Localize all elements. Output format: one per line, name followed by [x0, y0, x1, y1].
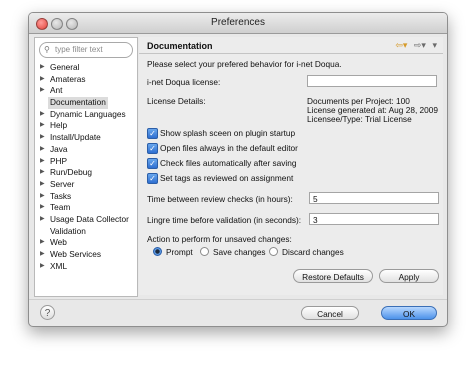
license-label: i-net Doqua license: — [147, 77, 221, 87]
tree-item[interactable]: ▶ Web — [38, 237, 136, 249]
review-interval-input[interactable]: 5 — [309, 192, 439, 204]
tree-item-label: Amateras — [50, 73, 86, 84]
save-changes-radio-label: Save changes — [213, 247, 266, 257]
tree-item[interactable]: ▶ XML — [38, 261, 136, 273]
unsaved-action-label: Action to perform for unsaved changes: — [147, 234, 292, 244]
expand-arrow-icon[interactable]: ▶ — [40, 179, 45, 191]
back-arrow-icon[interactable]: ⇦▾ — [395, 40, 407, 50]
tree-item-label: General — [50, 62, 80, 72]
tree-item-label: Dynamic Languages — [50, 108, 126, 119]
tree-item-label: Java — [50, 143, 68, 154]
preferences-tree: ▶ General ▶ Amateras ▶ Ant Documentation ▶ Dynam… — [38, 62, 136, 272]
expand-arrow-icon[interactable]: ▶ — [40, 62, 45, 74]
expand-arrow-icon[interactable]: ▶ — [40, 132, 45, 144]
default-editor-checkbox-label: Open files always in the default editor — [160, 143, 298, 153]
tags-reviewed-checkbox[interactable]: ✓ — [147, 173, 158, 184]
tree-item-label: Team — [50, 202, 71, 213]
tree-item[interactable]: ▶ Install/Update — [38, 132, 136, 144]
help-icon[interactable]: ? — [40, 305, 55, 320]
splash-checkbox-label: Show splash sceen on plugin startup — [160, 128, 296, 138]
tree-item[interactable]: Documentation — [38, 97, 136, 109]
tree-item-label: Web — [50, 237, 67, 248]
expand-arrow-icon[interactable]: ▶ — [40, 109, 45, 121]
prompt-radio[interactable] — [153, 247, 162, 256]
tree-item-label: Usage Data Collector — [50, 213, 129, 224]
page-navigation: ⇦▾ ⇨▾ ▾ — [391, 40, 437, 51]
tree-item-label: Ant — [50, 85, 63, 96]
tree-item[interactable]: ▶ Run/Debug — [38, 167, 136, 179]
tree-item[interactable]: ▶ Team — [38, 202, 136, 214]
tree-item[interactable]: ▶ Help — [38, 120, 136, 132]
tree-item[interactable]: ▶ PHP — [38, 156, 136, 168]
expand-arrow-icon[interactable]: ▶ — [40, 120, 45, 132]
tree-item-label: Help — [50, 120, 68, 131]
ok-button[interactable]: OK — [381, 306, 437, 320]
tree-item-label: Documentation — [48, 97, 108, 109]
cancel-button[interactable]: Cancel — [301, 306, 359, 320]
tree-item[interactable]: Validation — [38, 226, 136, 238]
default-editor-checkbox[interactable]: ✓ — [147, 143, 158, 154]
apply-button[interactable]: Apply — [379, 269, 439, 283]
restore-defaults-button[interactable]: Restore Defaults — [293, 269, 373, 283]
tree-item[interactable]: ▶ Amateras — [38, 74, 136, 86]
license-input[interactable] — [307, 75, 437, 87]
review-interval-label: Time between review checks (in hours): — [147, 194, 293, 204]
forward-arrow-icon[interactable]: ⇨▾ — [414, 40, 426, 50]
expand-arrow-icon[interactable]: ▶ — [40, 202, 45, 214]
expand-arrow-icon[interactable]: ▶ — [40, 156, 45, 168]
filter-input[interactable]: ⚲ type filter text — [39, 42, 133, 58]
tree-item[interactable]: ▶ Dynamic Languages — [38, 109, 136, 121]
tree-item[interactable]: ▶ Ant — [38, 85, 136, 97]
expand-arrow-icon[interactable]: ▶ — [40, 191, 45, 203]
page-header: Documentation ⇦▾ ⇨▾ ▾ — [139, 37, 443, 54]
check-after-save-checkbox[interactable]: ✓ — [147, 158, 158, 169]
expand-arrow-icon[interactable]: ▶ — [40, 85, 45, 97]
tree-item[interactable]: ▶ Tasks — [38, 191, 136, 203]
save-changes-radio[interactable] — [200, 247, 209, 256]
tree-item[interactable]: ▶ Server — [38, 179, 136, 191]
license-detail-type: Licensee/Type: Trial License — [307, 114, 412, 124]
tree-item[interactable]: ▶ Usage Data Collector — [38, 214, 136, 226]
title-bar: Preferences — [29, 13, 447, 34]
discard-changes-radio[interactable] — [269, 247, 278, 256]
lingre-time-input[interactable]: 3 — [309, 213, 439, 225]
tree-item-label: Install/Update — [50, 132, 101, 143]
license-details-label: License Details: — [147, 96, 206, 106]
tree-item-label: XML — [50, 260, 68, 271]
view-menu-icon[interactable]: ▾ — [432, 40, 437, 50]
expand-arrow-icon[interactable]: ▶ — [40, 144, 45, 156]
tree-item-label: Web Services — [50, 249, 102, 259]
filter-placeholder: type filter text — [55, 45, 103, 54]
tree-item[interactable]: ▶ General — [38, 62, 136, 74]
expand-arrow-icon[interactable]: ▶ — [40, 214, 45, 226]
splash-checkbox[interactable]: ✓ — [147, 128, 158, 139]
expand-arrow-icon[interactable]: ▶ — [40, 74, 45, 86]
discard-changes-radio-label: Discard changes — [282, 247, 344, 257]
preferences-window: Preferences ⚲ type filter text ▶ General ▶… — [28, 12, 448, 327]
tree-item-label: Validation — [50, 225, 86, 236]
page-title: Documentation — [147, 41, 213, 51]
tree-item-label: PHP — [50, 155, 68, 166]
expand-arrow-icon[interactable]: ▶ — [40, 237, 45, 249]
expand-arrow-icon[interactable]: ▶ — [40, 249, 45, 261]
expand-arrow-icon[interactable]: ▶ — [40, 261, 45, 273]
prompt-radio-label: Prompt — [166, 247, 193, 257]
intro-text: Please select your prefered behavior for… — [147, 59, 342, 69]
lingre-time-label: Lingre time before validation (in second… — [147, 215, 302, 225]
preference-page: Documentation ⇦▾ ⇨▾ ▾ Please select your… — [139, 37, 443, 295]
dialog-footer: ? Cancel OK — [29, 299, 447, 326]
tree-item-label: Tasks — [50, 190, 72, 201]
tree-item[interactable]: ▶ Web Services — [38, 249, 136, 261]
expand-arrow-icon[interactable]: ▶ — [40, 167, 45, 179]
tree-item[interactable]: ▶ Java — [38, 144, 136, 156]
check-after-save-checkbox-label: Check files automatically after saving — [160, 158, 297, 168]
preferences-tree-pane: ⚲ type filter text ▶ General ▶ Amateras ▶ Ant… — [34, 37, 138, 297]
tags-reviewed-checkbox-label: Set tags as reviewed on assignment — [160, 173, 294, 183]
tree-item-label: Server — [50, 178, 75, 189]
tree-item-label: Run/Debug — [50, 167, 92, 178]
window-title: Preferences — [211, 17, 265, 28]
search-icon: ⚲ — [44, 45, 50, 54]
